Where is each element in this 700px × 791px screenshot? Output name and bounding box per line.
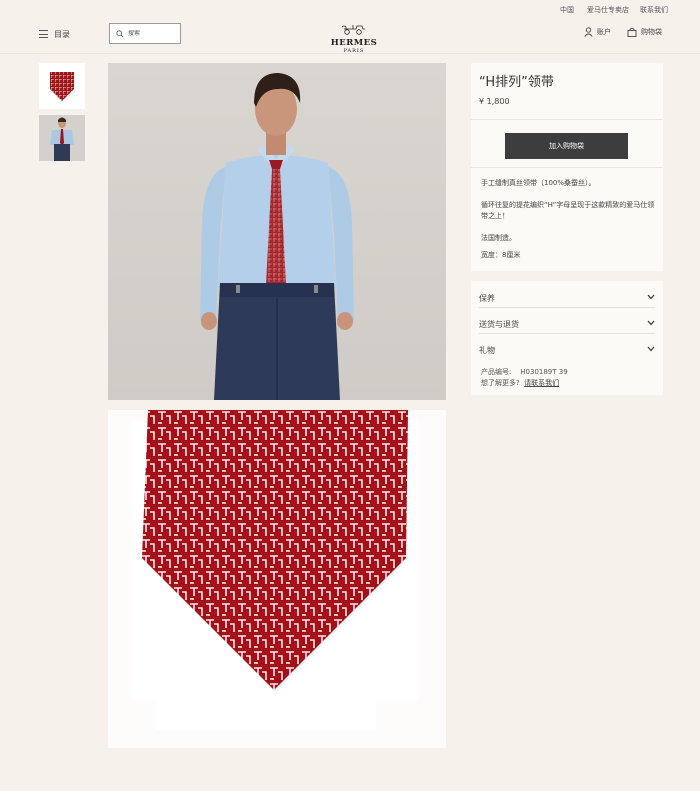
logo-wordmark: HERMES: [330, 38, 378, 48]
cart-label: 购物袋: [641, 28, 662, 36]
product-photo-tie[interactable]: [108, 410, 446, 748]
product-description-line: 宽度：8厘米: [481, 251, 521, 259]
details-accordion: 保养 送货与退货 礼物 产品编号: H030189T 39 想了解更多? 请联系…: [471, 281, 663, 395]
product-reference: 产品编号: H030189T 39: [481, 367, 568, 377]
model-image: [108, 63, 446, 400]
contact-link[interactable]: 联系我们: [640, 5, 668, 15]
product-info-panel: “H排列”领带 ¥ 1,800 加入购物袋 手工缝制真丝领带（100%桑蚕丝）。…: [471, 63, 663, 271]
site-header: 目录 HERMES PARIS 账户 购物袋: [0, 18, 700, 54]
utility-bar: 中国 爱马仕专卖店 联系我们: [0, 0, 700, 20]
cart-link[interactable]: 购物袋: [627, 27, 662, 37]
chevron-down-icon: [647, 320, 655, 326]
thumbnail-model[interactable]: [39, 115, 85, 161]
logo-city: PARIS: [343, 48, 365, 54]
stores-link[interactable]: 爱马仕专卖店: [587, 5, 629, 15]
add-to-cart-button[interactable]: 加入购物袋: [505, 133, 628, 159]
chevron-down-icon: [647, 294, 655, 300]
accordion-label: 礼物: [479, 346, 495, 355]
bag-icon: [627, 27, 637, 37]
divider: [479, 307, 655, 308]
product-title: “H排列”领带: [479, 75, 554, 90]
tie-detail-image: [108, 410, 446, 748]
accordion-label: 送货与退货: [479, 320, 519, 329]
divider: [479, 333, 655, 334]
menu-label: 目录: [54, 29, 70, 39]
product-description-line: 法国制造。: [481, 234, 516, 242]
account-label: 账户: [597, 28, 611, 36]
account-link[interactable]: 账户: [584, 27, 611, 37]
contact-us-link[interactable]: 请联系我们: [524, 379, 559, 387]
search-icon: [116, 29, 124, 37]
more-info-question: 想了解更多?: [481, 379, 520, 387]
model-thumbnail-image: [39, 115, 85, 161]
thumbnail-tie[interactable]: [39, 63, 85, 109]
search-box[interactable]: [109, 23, 181, 44]
product-price: ¥ 1,800: [479, 97, 510, 106]
reference-value: H030189T 39: [520, 368, 568, 376]
divider: [471, 119, 663, 120]
more-info: 想了解更多? 请联系我们: [481, 378, 559, 388]
brand-logo[interactable]: HERMES PARIS: [330, 20, 378, 54]
product-description-line: 手工缝制真丝领带（100%桑蚕丝）。: [481, 179, 596, 187]
product-description-line: 循环往复的提花编织“H”字母呈现于这款精致的爱马仕领带之上！: [481, 201, 655, 220]
chevron-down-icon: [647, 346, 655, 352]
divider: [471, 167, 663, 168]
region-link[interactable]: 中国: [560, 5, 574, 15]
reference-label: 产品编号:: [481, 368, 512, 376]
accordion-gift[interactable]: 礼物: [471, 337, 663, 363]
search-input[interactable]: [128, 30, 178, 37]
accordion-label: 保养: [479, 294, 495, 303]
tie-thumbnail-image: [50, 72, 74, 101]
user-icon: [584, 27, 593, 37]
carriage-logo-icon: [341, 25, 365, 35]
menu-button[interactable]: 目录: [39, 27, 70, 41]
product-photo-model[interactable]: [108, 63, 446, 400]
hamburger-icon: [39, 30, 48, 38]
